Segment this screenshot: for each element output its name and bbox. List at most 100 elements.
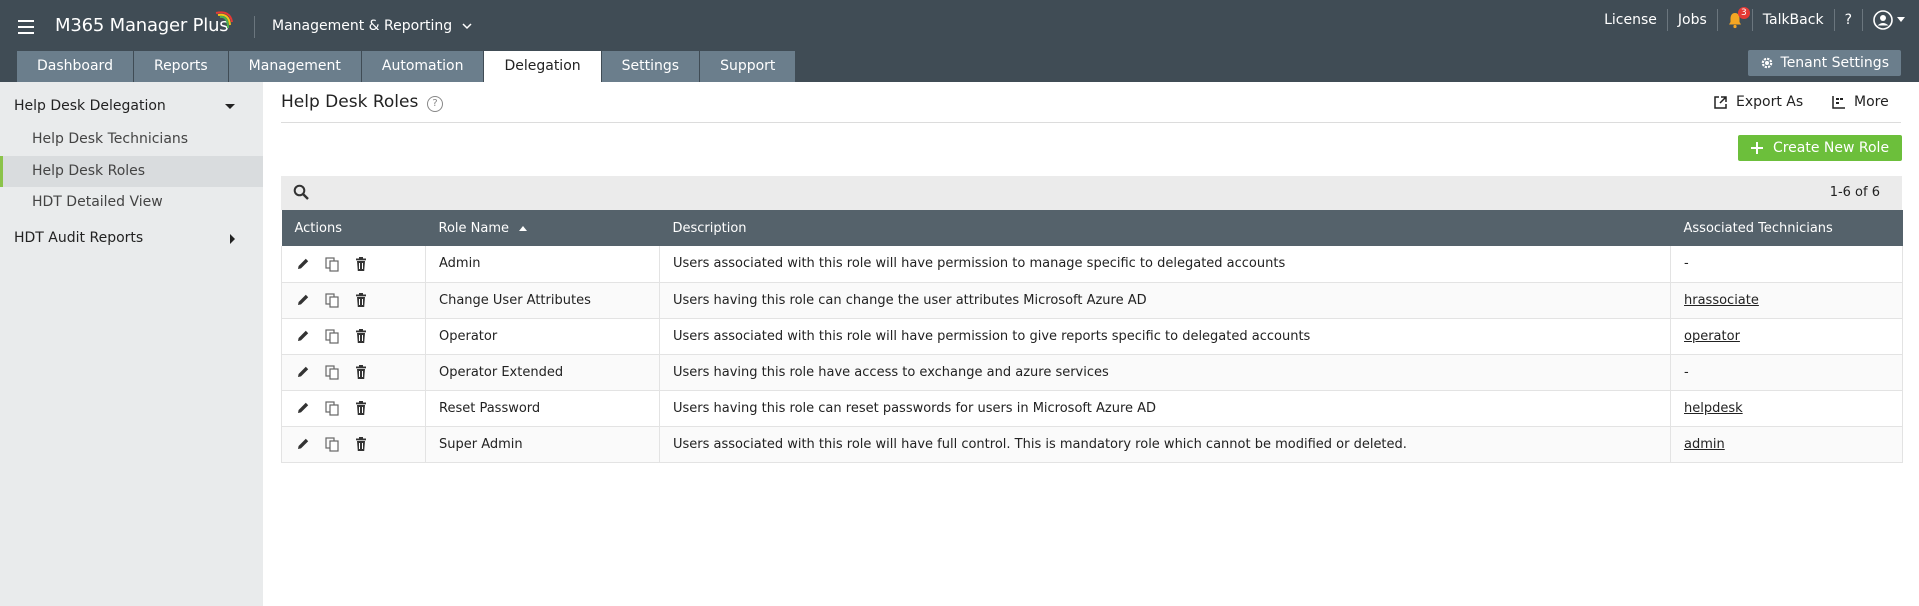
top-header: M365 Manager Plus Management & Reporting… <box>0 0 1919 82</box>
delete-icon[interactable] <box>353 328 369 344</box>
row-actions <box>281 354 426 391</box>
notification-bell-icon[interactable]: 3 <box>1726 7 1750 29</box>
title-divider <box>281 122 1901 123</box>
edit-icon[interactable] <box>295 436 311 452</box>
create-new-role-button[interactable]: Create New Role <box>1738 135 1902 161</box>
user-menu[interactable] <box>1863 10 1905 30</box>
gear-icon <box>1761 57 1772 69</box>
edit-icon[interactable] <box>295 256 311 272</box>
technician-link[interactable]: helpdesk <box>1684 401 1743 416</box>
tenant-settings-button[interactable]: Tenant Settings <box>1747 50 1901 76</box>
copy-icon[interactable] <box>324 364 340 380</box>
brand-name: M365 Manager Plus <box>55 15 229 36</box>
delete-icon[interactable] <box>353 364 369 380</box>
tab-management[interactable]: Management <box>228 51 362 82</box>
row-actions <box>281 246 426 283</box>
row-actions <box>281 426 426 463</box>
tab-reports[interactable]: Reports <box>133 51 229 82</box>
tab-automation[interactable]: Automation <box>361 51 485 82</box>
license-link[interactable]: License <box>1594 12 1667 28</box>
more-button[interactable]: More <box>1832 94 1889 110</box>
edit-icon[interactable] <box>295 400 311 416</box>
technician-value: - <box>1684 364 1689 380</box>
tab-settings[interactable]: Settings <box>601 51 701 82</box>
brand-logo-icon <box>215 11 233 29</box>
tab-delegation[interactable]: Delegation <box>484 51 602 82</box>
jobs-link[interactable]: Jobs <box>1668 12 1717 28</box>
role-name-cell: Admin <box>425 246 660 283</box>
delete-icon[interactable] <box>353 292 369 308</box>
help-link[interactable]: ? <box>1835 12 1862 28</box>
more-icon <box>1832 96 1845 109</box>
search-icon[interactable] <box>293 184 310 201</box>
row-actions <box>281 318 426 355</box>
create-new-role-label: Create New Role <box>1772 140 1890 156</box>
plus-icon <box>1750 142 1763 154</box>
technician-value: - <box>1684 256 1689 272</box>
sidebar-group-help-desk-delegation[interactable]: Help Desk Delegation <box>14 98 249 114</box>
technician-link[interactable]: admin <box>1684 437 1725 452</box>
sidebar: Help Desk Delegation Help Desk Technicia… <box>0 82 263 606</box>
sidebar-item-help-desk-roles[interactable]: Help Desk Roles <box>0 156 263 187</box>
delete-icon[interactable] <box>353 436 369 452</box>
column-header-description: Description <box>659 210 1671 246</box>
edit-icon[interactable] <box>295 364 311 380</box>
sidebar-item-help-desk-technicians[interactable]: Help Desk Technicians <box>0 124 263 155</box>
pagination-info: 1-6 of 6 <box>1829 185 1880 200</box>
row-actions <box>281 282 426 319</box>
technician-link[interactable]: hrassociate <box>1684 293 1759 308</box>
role-name-cell: Reset Password <box>425 390 660 427</box>
module-name: Management & Reporting <box>272 18 453 34</box>
associated-technicians-cell: helpdesk <box>1670 390 1903 427</box>
table-row: Operator Users associated with this role … <box>281 318 1903 355</box>
technician-link[interactable]: operator <box>1684 329 1740 344</box>
description-cell: Users having this role can change the us… <box>659 282 1671 319</box>
page-title: Help Desk Roles <box>281 92 419 112</box>
edit-icon[interactable] <box>295 292 311 308</box>
tab-support[interactable]: Support <box>700 51 797 82</box>
sidebar-group-label: Help Desk Delegation <box>14 98 166 114</box>
copy-icon[interactable] <box>324 256 340 272</box>
export-as-button[interactable]: Export As <box>1713 94 1803 110</box>
search-bar: 1-6 of 6 <box>281 176 1902 210</box>
caret-down-icon <box>1897 17 1905 22</box>
help-icon[interactable]: ? <box>427 96 443 112</box>
table-row: Admin Users associated with this role wil… <box>281 246 1903 283</box>
caret-right-icon <box>230 234 235 244</box>
delete-icon[interactable] <box>353 256 369 272</box>
table-header-row: Actions Role Name Description Associated… <box>281 210 1903 246</box>
sidebar-group-hdt-audit-reports[interactable]: HDT Audit Reports <box>14 230 249 246</box>
avatar-icon <box>1873 10 1893 30</box>
talkback-link[interactable]: TalkBack <box>1753 12 1834 28</box>
table-row: Reset Password Users having this role can… <box>281 390 1903 427</box>
column-header-associated-technicians: Associated Technicians <box>1670 210 1903 246</box>
roles-table: Actions Role Name Description Associated… <box>281 210 1903 463</box>
description-cell: Users associated with this role will hav… <box>659 318 1671 355</box>
column-header-role-name[interactable]: Role Name <box>425 210 660 246</box>
associated-technicians-cell: - <box>1670 246 1903 283</box>
role-name-cell: Change User Attributes <box>425 282 660 319</box>
delete-icon[interactable] <box>353 400 369 416</box>
copy-icon[interactable] <box>324 436 340 452</box>
row-actions <box>281 390 426 427</box>
associated-technicians-cell: hrassociate <box>1670 282 1903 319</box>
copy-icon[interactable] <box>324 328 340 344</box>
tenant-settings-label: Tenant Settings <box>1780 55 1889 71</box>
sidebar-item-hdt-detailed-view[interactable]: HDT Detailed View <box>0 187 263 218</box>
main-tabs: Dashboard Reports Management Automation … <box>17 51 797 82</box>
column-header-label: Role Name <box>438 220 510 236</box>
tab-dashboard[interactable]: Dashboard <box>17 51 134 82</box>
description-cell: Users associated with this role will hav… <box>659 426 1671 463</box>
associated-technicians-cell: - <box>1670 354 1903 391</box>
role-name-cell: Operator Extended <box>425 354 660 391</box>
edit-icon[interactable] <box>295 328 311 344</box>
copy-icon[interactable] <box>324 292 340 308</box>
description-cell: Users associated with this role will hav… <box>659 246 1671 283</box>
associated-technicians-cell: admin <box>1670 426 1903 463</box>
copy-icon[interactable] <box>324 400 340 416</box>
caret-down-icon <box>225 104 235 109</box>
table-row: Change User Attributes Users having this … <box>281 282 1903 319</box>
table-row: Operator Extended Users having this role … <box>281 354 1903 391</box>
module-switcher[interactable]: Management & Reporting <box>272 18 472 34</box>
menu-icon[interactable] <box>18 20 34 34</box>
